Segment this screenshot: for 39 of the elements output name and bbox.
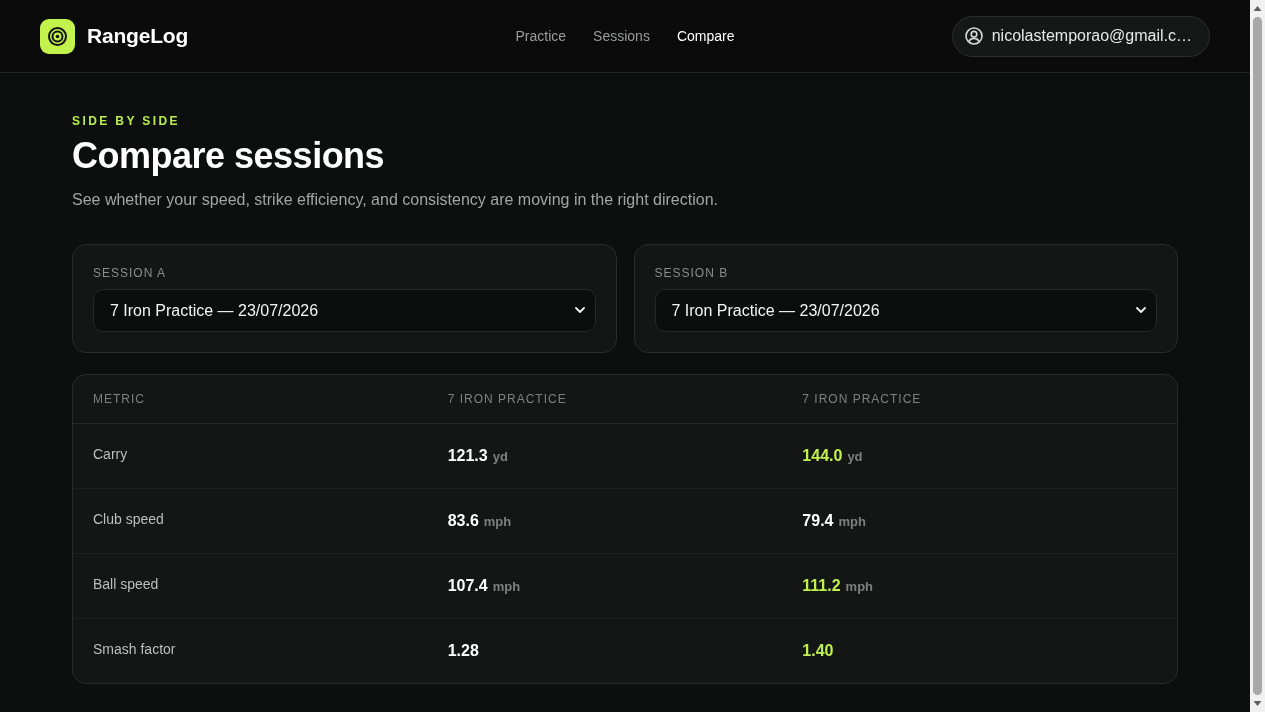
unit-label: mph xyxy=(838,514,866,529)
metric-value: 121.3 xyxy=(447,447,488,465)
metric-name: Club speed xyxy=(93,511,164,527)
scrollbar-thumb[interactable] xyxy=(1253,17,1262,695)
chevron-down-icon xyxy=(1136,307,1146,314)
app-name: RangeLog xyxy=(87,24,189,48)
page-subtitle: See whether your speed, strike efficiency, and consistency are moving in the right direction. xyxy=(72,190,719,210)
section-eyebrow: SIDE BY SIDE xyxy=(72,114,181,128)
nav-link[interactable]: Compare xyxy=(676,28,735,44)
session-select[interactable]: 7 Iron Practice — 23/07/2026 xyxy=(93,289,596,332)
column-header: METRIC xyxy=(93,392,145,406)
unit-label: yd xyxy=(492,449,508,464)
target-logo-icon xyxy=(40,18,75,54)
session-label: SESSION B xyxy=(654,265,730,281)
metric-value: 107.4 xyxy=(447,577,488,595)
metric-value: 83.6 xyxy=(447,512,479,530)
metric-value: 144.0 xyxy=(802,447,843,465)
metric-name: Ball speed xyxy=(93,576,159,592)
user-icon xyxy=(964,27,983,45)
column-header: 7 IRON PRACTICE xyxy=(802,392,922,406)
metric-value: 1.40 xyxy=(802,642,834,660)
unit-label: mph xyxy=(483,514,512,529)
account-button[interactable]: nicolastemporao@gmail.c… xyxy=(951,15,1210,57)
metric-name: Smash factor xyxy=(93,641,176,657)
session-label: SESSION A xyxy=(93,265,168,281)
unit-label: mph xyxy=(845,579,874,594)
unit-label: yd xyxy=(847,449,863,464)
nav-link[interactable]: Sessions xyxy=(593,28,650,44)
metric-value: 79.4 xyxy=(802,512,834,530)
chevron-down-icon xyxy=(574,307,585,314)
metric-value: 111.2 xyxy=(802,577,841,595)
column-header: 7 IRON PRACTICE xyxy=(447,392,567,406)
metric-name: Carry xyxy=(93,446,128,462)
nav-link[interactable]: Practice xyxy=(515,28,567,44)
scrollbar[interactable] xyxy=(1250,0,1265,712)
page-title: Compare sessions xyxy=(72,134,386,178)
session-select[interactable]: 7 Iron Practice — 23/07/2026 xyxy=(654,289,1157,332)
metric-value: 1.28 xyxy=(447,642,479,660)
unit-label: mph xyxy=(492,579,521,594)
